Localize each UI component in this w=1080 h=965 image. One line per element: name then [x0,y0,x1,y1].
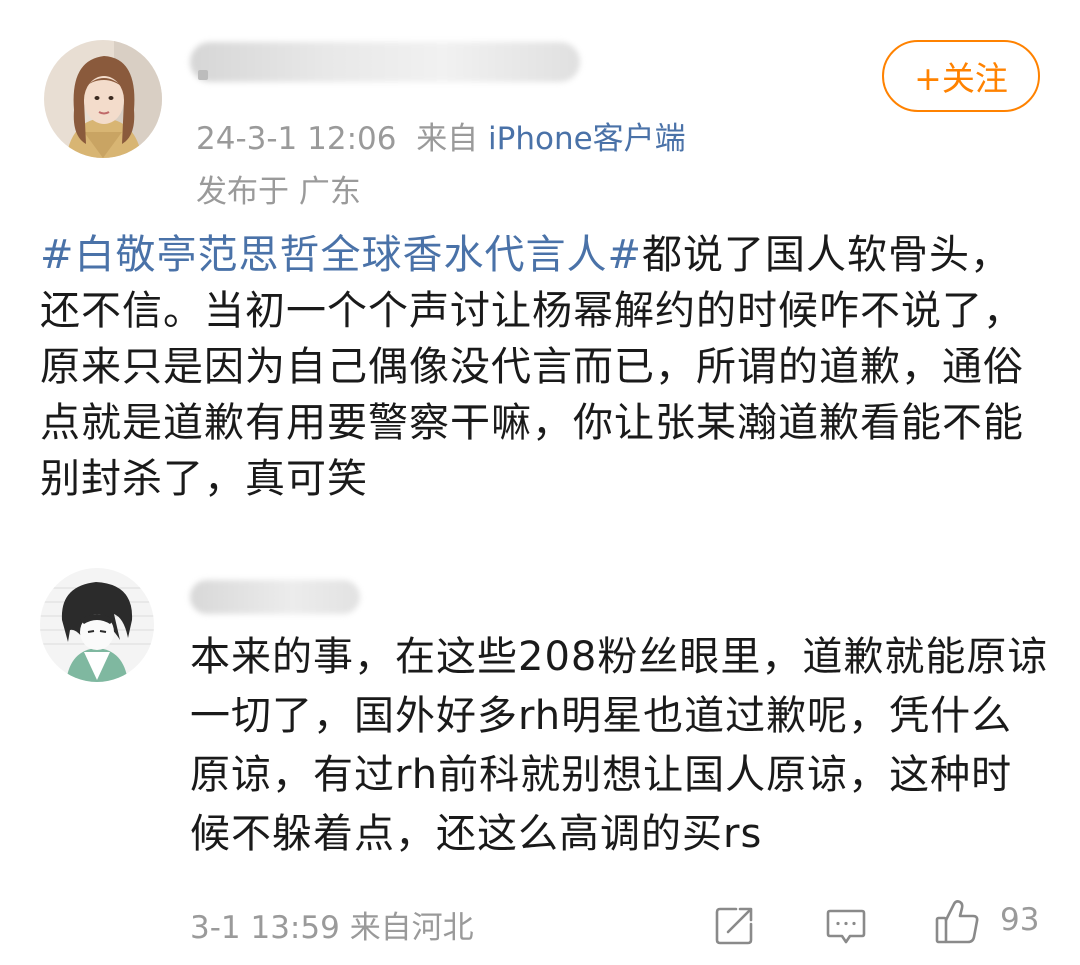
post-location: 发布于 广东 [196,174,361,210]
reply-location: 来自河北 [349,910,474,946]
post-source-client[interactable]: iPhone客户端 [488,121,686,157]
reply-username-blurred[interactable] [190,580,360,614]
post-content: #白敬亭范思哲全球香水代言人#都说了国人软骨头，还不信。当初一个个声讨让杨幂解约… [40,227,1040,507]
follow-button[interactable]: +关注 [882,40,1040,112]
user-avatar[interactable] [44,40,162,158]
hashtag-link[interactable]: #白敬亭范思哲全球香水代言人# [40,232,642,278]
username-blur-fragment [198,70,208,80]
share-icon[interactable] [712,904,756,948]
reply-meta: 3-1 13:59 来自河北 [190,902,474,947]
comment-icon[interactable] [824,904,868,948]
post-source-prefix: 来自 [416,121,479,157]
reply-content: 本来的事，在这些208粉丝眼里，道歉就能原谅一切了，国外好多rh明星也道过歉呢，… [190,634,1049,857]
reply-user-avatar[interactable] [40,568,154,682]
reply-timestamp: 3-1 13:59 [190,910,340,946]
thumbs-up-icon[interactable] [934,898,980,946]
like-count: 93 [1000,902,1040,938]
post-timestamp: 24-3-1 12:06 [196,121,397,157]
username-blurred[interactable] [190,42,580,82]
post-meta: 24-3-1 12:06 来自 iPhone客户端 [196,113,686,158]
